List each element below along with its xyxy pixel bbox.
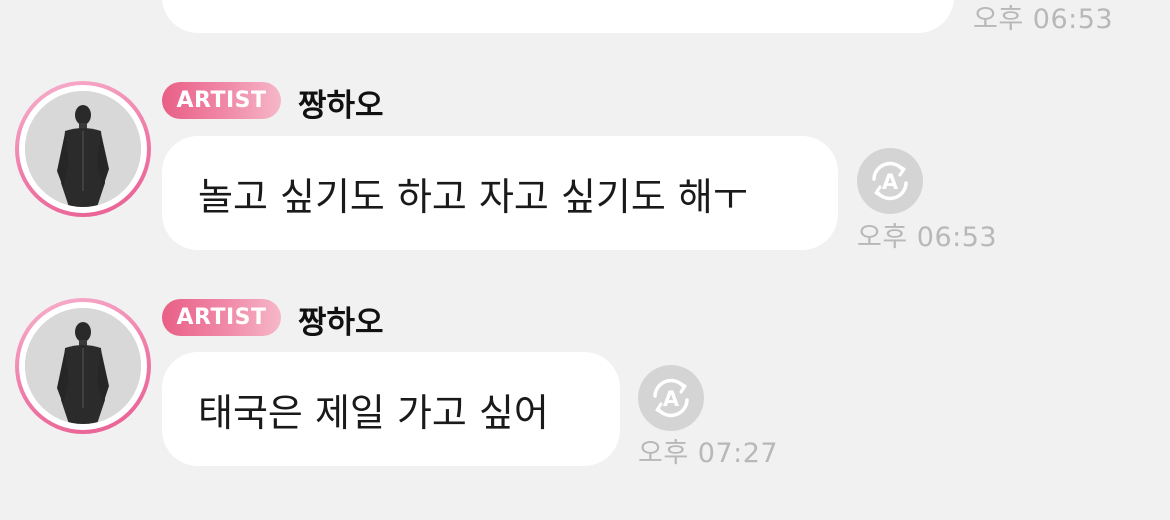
sender-name[interactable]: 짱하오: [298, 80, 384, 125]
translate-icon: A: [872, 161, 908, 201]
message-timestamp: 오후 06:53: [857, 222, 998, 253]
artist-badge: ARTIST: [162, 299, 281, 336]
message-text: 놀고 싶기도 하고 자고 싶기도 해ㅜ: [198, 174, 748, 219]
svg-text:A: A: [882, 170, 899, 194]
message-text: 태국은 제일 가고 싶어: [198, 390, 549, 435]
translate-button[interactable]: A: [638, 365, 704, 431]
artist-badge: ARTIST: [162, 82, 281, 119]
avatar-photo: [25, 308, 141, 424]
translate-button[interactable]: A: [857, 148, 923, 214]
message-timestamp: 오후 06:53: [973, 4, 1114, 35]
previous-message-bubble[interactable]: [162, 0, 954, 33]
message-timestamp: 오후 07:27: [638, 438, 779, 469]
translate-icon: A: [653, 378, 689, 418]
artist-avatar[interactable]: [15, 81, 151, 217]
svg-text:A: A: [663, 387, 680, 411]
artist-avatar[interactable]: [15, 298, 151, 434]
sender-name[interactable]: 짱하오: [298, 297, 384, 342]
message-bubble[interactable]: 태국은 제일 가고 싶어: [162, 352, 620, 466]
message-bubble[interactable]: 놀고 싶기도 하고 자고 싶기도 해ㅜ: [162, 136, 838, 250]
avatar-photo: [25, 91, 141, 207]
